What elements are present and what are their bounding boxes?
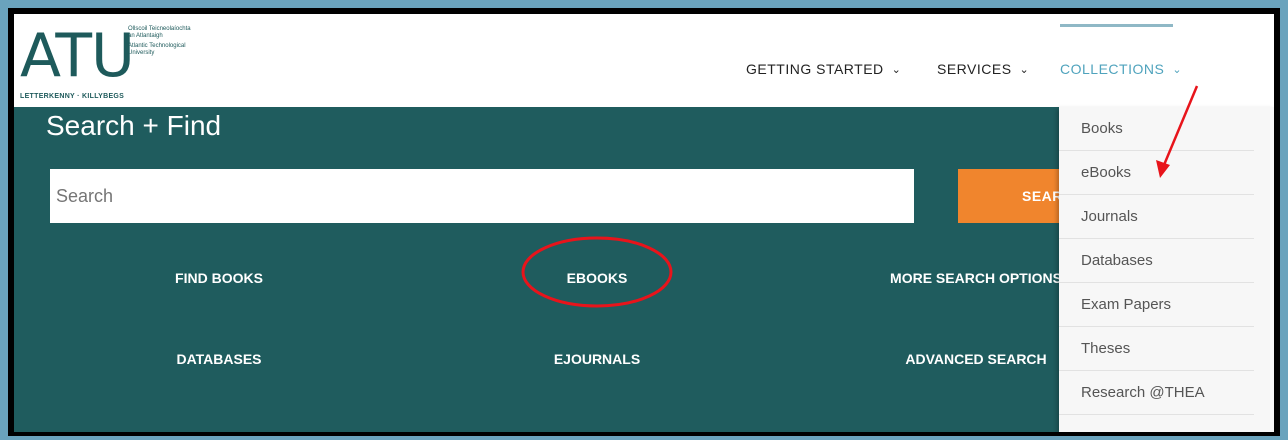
- annotation-circle: [521, 236, 673, 308]
- annotation-overlay: [521, 85, 1199, 308]
- annotation-arrowhead: [1156, 160, 1170, 178]
- annotation-arrow-line: [1162, 85, 1199, 166]
